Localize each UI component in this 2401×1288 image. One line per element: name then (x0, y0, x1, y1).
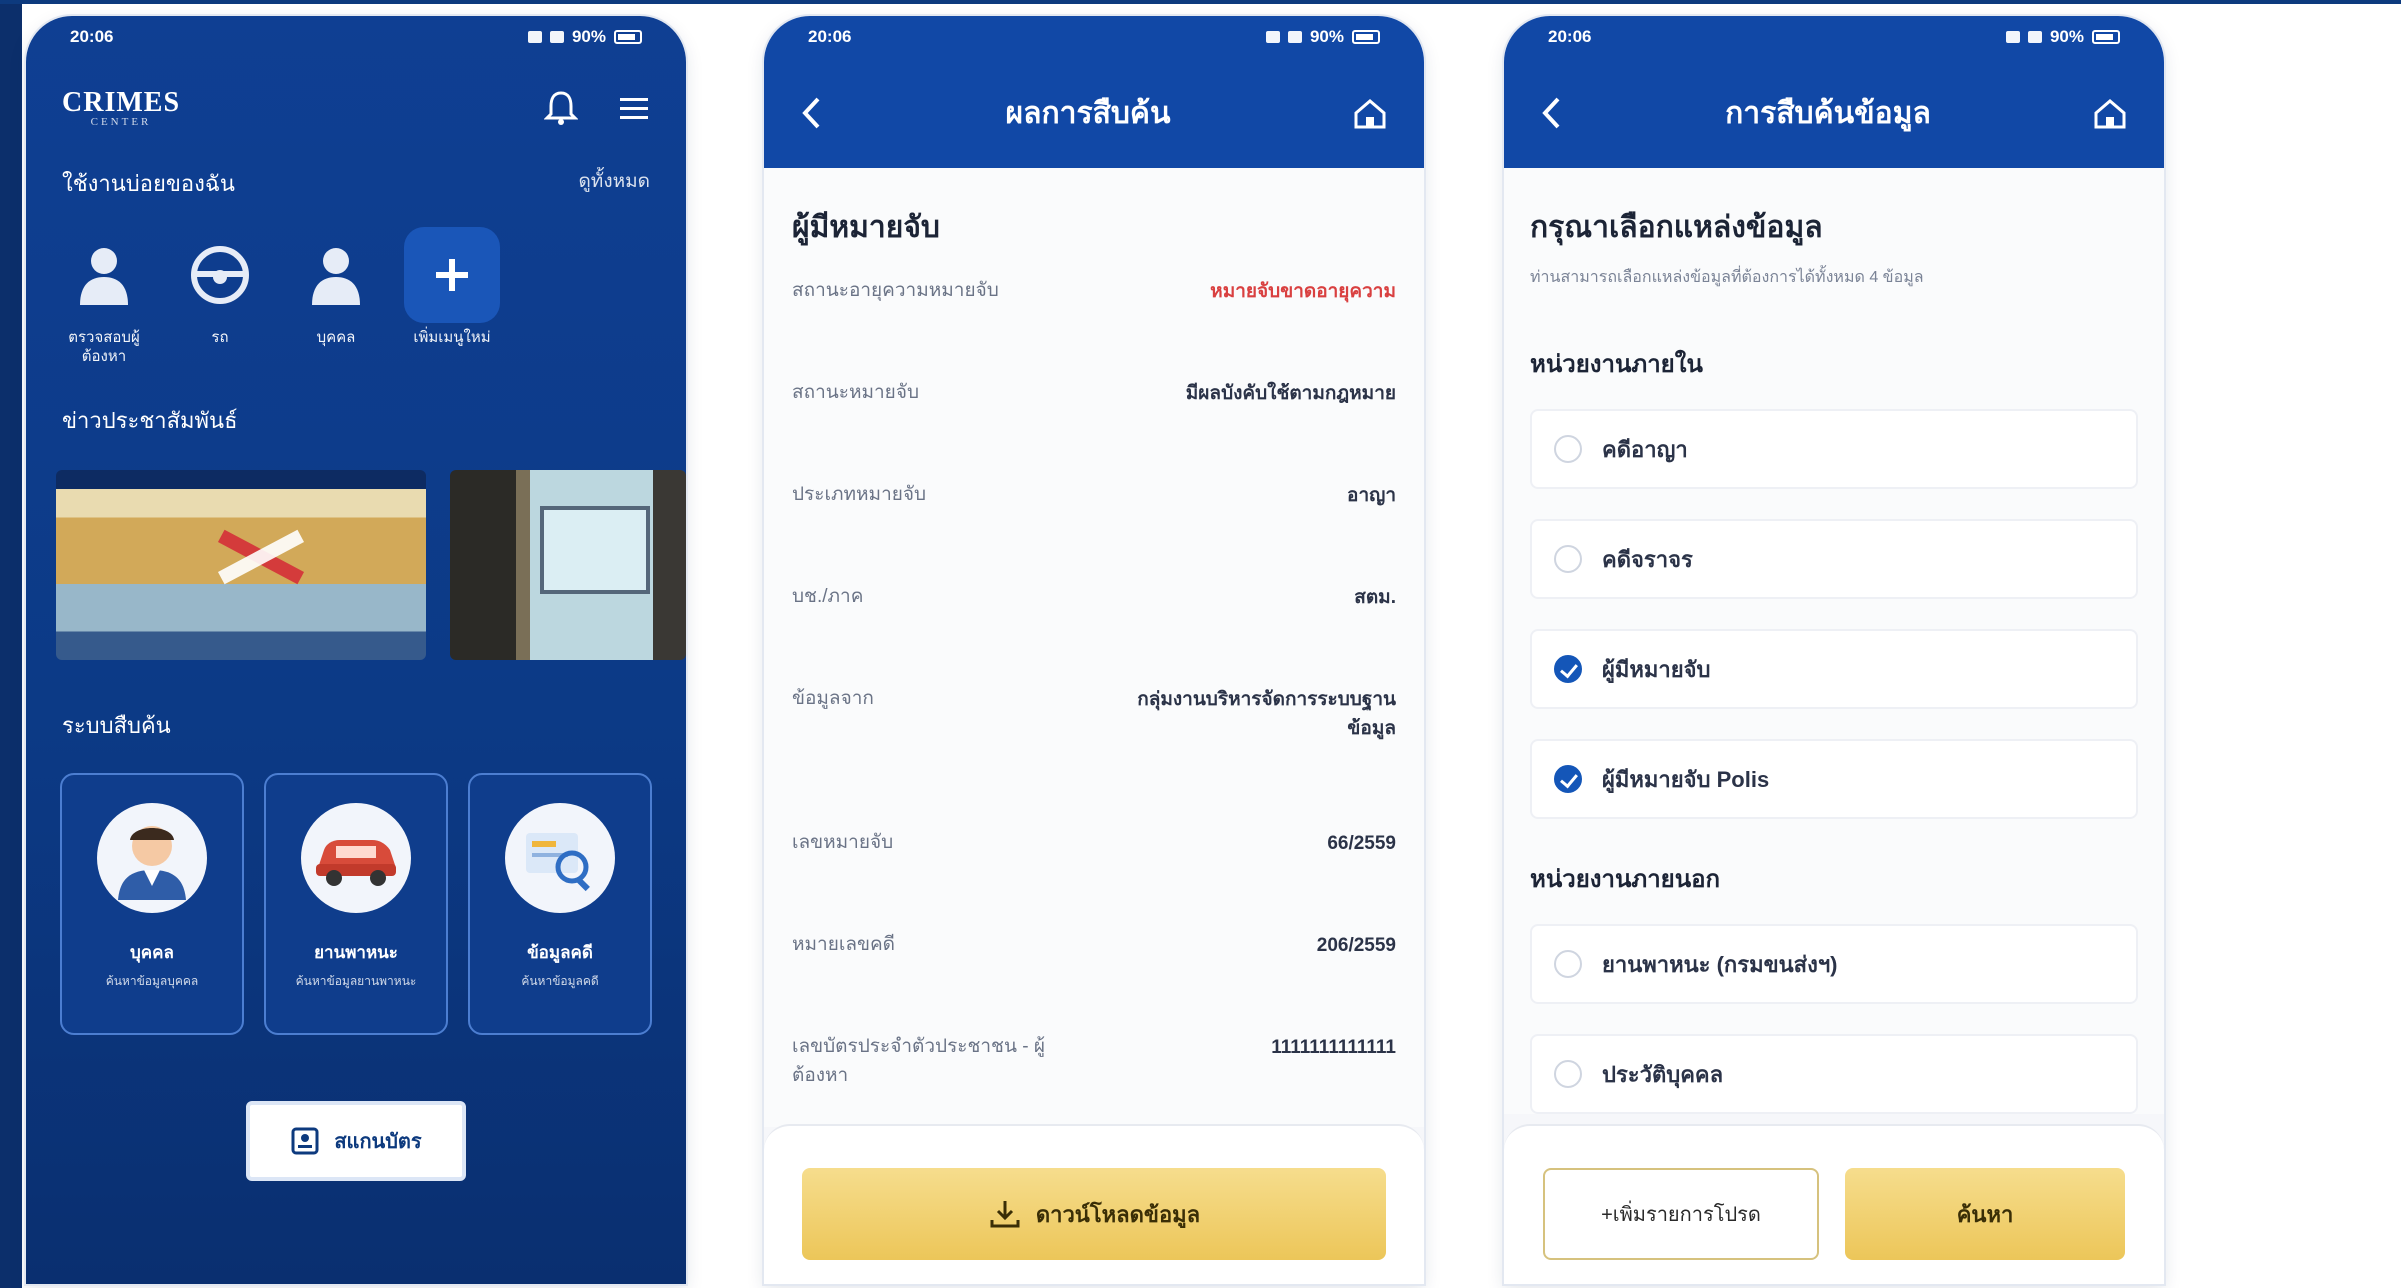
detail-row: หมายเลขคดี 206/2559 (792, 934, 1396, 956)
tool-person-search[interactable]: บุคคล ค้นหาข้อมูลบุคคล (60, 772, 244, 1035)
quick-item-add-menu[interactable]: เพิ่มเมนูใหม่ (404, 227, 500, 367)
radio-unchecked[interactable] (1554, 435, 1582, 463)
source-option[interactable]: คดีอาญา (1530, 409, 2138, 489)
status-time: 20:06 (1548, 27, 1592, 46)
news-carousel[interactable] (26, 438, 686, 660)
wifi-icon (2027, 31, 2042, 43)
page-title: การสืบค้นข้อมูล (1725, 96, 1931, 130)
battery-percent: 90% (2049, 27, 2084, 46)
detail-row: ประเภทหมายจับ อาญา (792, 484, 1396, 506)
source-option[interactable]: ผู้มีหมายจับ (1530, 629, 2138, 709)
quick-section-header: ใช้งานบ่อยของฉัน ดูทั้งหมด (26, 166, 686, 201)
quick-menu: ตรวจสอบผู้ต้องหา รถ บุคคล เพิ่มเมนูใหม่ (26, 201, 686, 367)
app-logo: CRIMES CENTER (62, 86, 181, 128)
quick-item-person[interactable]: บุคคล (288, 227, 384, 367)
radio-unchecked[interactable] (1554, 950, 1582, 978)
group-title-internal: หน่วยงานภายใน (1530, 351, 1703, 378)
status-bar: 20:06 90% (26, 16, 686, 58)
radio-checked[interactable] (1554, 765, 1582, 793)
expiry-status-value: หมายจับขาดอายุความ (1210, 281, 1396, 302)
detail-row: เลขบัตรประจำตัวประชาชน - ผู้ต้องหา 11111… (792, 1036, 1396, 1086)
radio-unchecked[interactable] (1554, 545, 1582, 573)
news-section-title: ข่าวประชาสัมพันธ์ (62, 407, 238, 433)
radio-unchecked[interactable] (1554, 1060, 1582, 1088)
signal-icon (1265, 31, 1280, 43)
battery-icon (2092, 30, 2120, 44)
back-arrow-icon[interactable] (1540, 95, 1564, 131)
scan-card-button[interactable]: สแกนบัตร (246, 1100, 466, 1181)
nav-bar: ผลการสืบค้น (764, 58, 1424, 168)
source-subheading: ท่านสามารถเลือกแหล่งข้อมูลที่ต้องการได้ท… (1530, 269, 1924, 286)
tool-case-search[interactable]: ข้อมูลคดี ค้นหาข้อมูลคดี (468, 772, 652, 1035)
quick-section-title: ใช้งานบ่อยของฉัน (62, 171, 235, 196)
result-detail: ผู้มีหมายจับ สถานะอายุความหมายจับ หมายจั… (764, 168, 1424, 1127)
news-card[interactable] (56, 469, 426, 660)
detail-row: สถานะอายุความหมายจับ หมายจับขาดอายุความ (792, 269, 1396, 371)
source-option[interactable]: ประวัติบุคคล (1530, 1034, 2138, 1114)
source-option[interactable]: ยานพาหนะ (กรมขนส่งฯ) (1530, 924, 2138, 1004)
id-card-scan-icon (291, 1127, 319, 1154)
tools-section-title: ระบบสืบค้น (62, 712, 171, 738)
battery-icon (1352, 30, 1380, 44)
search-result-screen: 20:06 90% ผลการสืบค้น ผู้มีหมายจับ สถานะ… (764, 16, 1424, 1284)
detail-row: ข้อมูลจาก กลุ่มงานบริหารจัดการระบบฐานข้อ… (792, 688, 1396, 740)
download-icon (990, 1201, 1020, 1228)
signal-icon (2005, 31, 2020, 43)
result-heading: ผู้มีหมายจับ (792, 211, 940, 244)
battery-percent: 90% (1309, 27, 1344, 46)
group-title-external: หน่วยงานภายนอก (1530, 866, 1721, 893)
status-bar: 20:06 90% (764, 16, 1424, 58)
document-search-icon (526, 832, 590, 891)
tool-vehicle-search[interactable]: ยานพาหนะ ค้นหาข้อมูลยานพาหนะ (264, 772, 448, 1035)
source-heading: กรุณาเลือกแหล่งข้อมูล (1530, 211, 1823, 244)
menu-icon[interactable] (618, 94, 650, 122)
signal-icon (527, 31, 542, 43)
search-button[interactable]: ค้นหา (1845, 1168, 2125, 1260)
news-card[interactable] (450, 469, 686, 660)
radio-checked[interactable] (1554, 655, 1582, 683)
quick-item-suspect[interactable]: ตรวจสอบผู้ต้องหา (56, 227, 152, 367)
source-option[interactable]: ผู้มีหมายจับ Polis (1530, 739, 2138, 819)
search-tools: บุคคล ค้นหาข้อมูลบุคคล ยานพาหนะ ค้นหาข้อ… (26, 743, 686, 1035)
download-button[interactable]: ดาวน์โหลดข้อมูล (802, 1168, 1386, 1260)
add-favorite-button[interactable]: +เพิ่มรายการโปรด (1543, 1168, 1819, 1260)
plus-icon (436, 259, 468, 291)
status-time: 20:06 (808, 27, 852, 46)
source-select-screen: 20:06 90% การสืบค้นข้อมูล กรุณาเลือกแหล่… (1504, 16, 2164, 1284)
back-arrow-icon[interactable] (800, 95, 824, 131)
quick-item-vehicle[interactable]: รถ (172, 227, 268, 367)
home-screen: 20:06 90% CRIMES CENTER ใช้งานบ่อยของฉัน… (26, 16, 686, 1284)
home-top-bar: CRIMES CENTER (26, 58, 686, 158)
page-title: ผลการสืบค้น (1005, 96, 1171, 130)
see-all-link[interactable]: ดูทั้งหมด (578, 166, 650, 201)
battery-icon (614, 30, 642, 44)
person-icon (312, 248, 360, 305)
nav-bar: การสืบค้นข้อมูล (1504, 58, 2164, 168)
home-icon[interactable] (2092, 95, 2128, 131)
detail-row: เลขหมายจับ 66/2559 (792, 832, 1396, 854)
footer-bar: +เพิ่มรายการโปรด ค้นหา (1504, 1124, 2164, 1284)
person-icon (80, 248, 128, 305)
steering-wheel-icon (191, 246, 249, 304)
officer-icon (118, 825, 186, 900)
wifi-icon (549, 31, 564, 43)
footer-bar: ดาวน์โหลดข้อมูล (764, 1124, 1424, 1284)
battery-percent: 90% (571, 27, 606, 46)
status-time: 20:06 (70, 27, 114, 46)
status-bar: 20:06 90% (1504, 16, 2164, 58)
detail-row: สถานะหมายจับ มีผลบังคับใช้ตามกฎหมาย (792, 382, 1396, 404)
home-icon[interactable] (1352, 95, 1388, 131)
car-icon (316, 839, 396, 886)
bell-icon[interactable] (544, 90, 578, 126)
wifi-icon (1287, 31, 1302, 43)
source-option[interactable]: คดีจราจร (1530, 519, 2138, 599)
source-list: กรุณาเลือกแหล่งข้อมูล ท่านสามารถเลือกแหล… (1504, 168, 2164, 1114)
detail-row: บช./ภาค สตม. (792, 586, 1396, 608)
